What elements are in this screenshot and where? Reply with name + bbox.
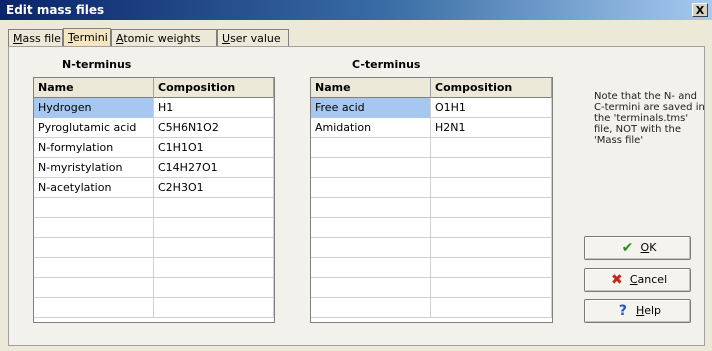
name-cell[interactable] — [311, 298, 431, 318]
column-header[interactable]: Composition — [431, 78, 552, 98]
table-row[interactable] — [34, 298, 274, 318]
name-cell[interactable] — [34, 238, 154, 258]
table-row[interactable] — [311, 178, 552, 198]
tab-atomic-weights[interactable]: Atomic weights — [111, 29, 217, 47]
composition-cell[interactable]: C14H27O1 — [154, 158, 274, 178]
table-row[interactable]: Hydrogen H1 — [34, 98, 274, 118]
name-cell[interactable] — [34, 298, 154, 318]
name-cell[interactable] — [311, 278, 431, 298]
checkmark-icon: ✔ — [621, 240, 634, 256]
name-cell[interactable]: Pyroglutamic acid — [34, 118, 154, 138]
name-cell[interactable] — [34, 198, 154, 218]
name-cell[interactable] — [34, 258, 154, 278]
composition-cell[interactable] — [154, 278, 274, 298]
table-row[interactable] — [311, 218, 552, 238]
column-header[interactable]: Name — [311, 78, 431, 98]
name-cell[interactable]: N-myristylation — [34, 158, 154, 178]
table-row[interactable] — [311, 198, 552, 218]
tab-user-value[interactable]: User value — [217, 29, 289, 47]
composition-cell[interactable] — [431, 178, 552, 198]
table-row[interactable]: Amidation H2N1 — [311, 118, 552, 138]
name-cell[interactable] — [311, 218, 431, 238]
table-row[interactable]: N-formylation C1H1O1 — [34, 138, 274, 158]
name-cell[interactable] — [34, 218, 154, 238]
composition-cell[interactable] — [154, 238, 274, 258]
table-row[interactable] — [34, 258, 274, 278]
c-terminus-table[interactable]: Name Composition Free acid O1H1 Amidation H2N… — [310, 77, 553, 323]
window-title: Edit mass files — [6, 3, 105, 17]
name-cell[interactable] — [311, 238, 431, 258]
c-terminus-header: Name Composition — [311, 78, 552, 98]
composition-cell[interactable] — [154, 218, 274, 238]
name-cell[interactable]: N-acetylation — [34, 178, 154, 198]
title-bar: Edit mass files X — [0, 0, 712, 20]
composition-cell[interactable] — [431, 138, 552, 158]
composition-cell[interactable] — [154, 298, 274, 318]
termini-note: Note that the N- and C-termini are saved… — [594, 91, 705, 146]
cancel-button[interactable]: ✖ Cancel — [584, 268, 691, 292]
name-cell[interactable] — [311, 178, 431, 198]
table-row[interactable] — [311, 298, 552, 318]
x-icon: ✖ — [610, 272, 623, 288]
name-cell[interactable] — [311, 258, 431, 278]
composition-cell[interactable] — [431, 258, 552, 278]
composition-cell[interactable]: O1H1 — [431, 98, 552, 118]
tab-termini[interactable]: Termini — [63, 28, 111, 48]
close-button[interactable]: X — [692, 3, 708, 17]
name-cell[interactable]: Hydrogen — [34, 98, 154, 118]
n-terminus-table[interactable]: Name Composition Hydrogen H1 Pyroglutamic ac… — [33, 77, 275, 323]
name-cell[interactable]: N-formylation — [34, 138, 154, 158]
composition-cell[interactable]: C5H6N1O2 — [154, 118, 274, 138]
table-row[interactable] — [311, 278, 552, 298]
table-row[interactable] — [311, 258, 552, 278]
composition-cell[interactable] — [431, 278, 552, 298]
question-icon: ? — [618, 303, 628, 319]
composition-cell[interactable]: H2N1 — [431, 118, 552, 138]
name-cell[interactable]: Amidation — [311, 118, 431, 138]
composition-cell[interactable]: H1 — [154, 98, 274, 118]
table-row[interactable] — [34, 238, 274, 258]
composition-cell[interactable] — [431, 218, 552, 238]
table-row[interactable]: Pyroglutamic acid C5H6N1O2 — [34, 118, 274, 138]
table-row[interactable] — [311, 158, 552, 178]
composition-cell[interactable] — [154, 258, 274, 278]
table-row[interactable] — [34, 278, 274, 298]
tab-mass-file[interactable]: Mass file — [8, 29, 63, 47]
table-row[interactable]: Free acid O1H1 — [311, 98, 552, 118]
name-cell[interactable]: Free acid — [311, 98, 431, 118]
table-row[interactable] — [311, 138, 552, 158]
help-button[interactable]: ? Help — [584, 299, 691, 323]
composition-cell[interactable] — [431, 158, 552, 178]
table-row[interactable]: N-myristylation C14H27O1 — [34, 158, 274, 178]
composition-cell[interactable]: C2H3O1 — [154, 178, 274, 198]
composition-cell[interactable] — [431, 198, 552, 218]
name-cell[interactable] — [311, 138, 431, 158]
table-row[interactable] — [34, 198, 274, 218]
n-terminus-header: Name Composition — [34, 78, 274, 98]
column-header[interactable]: Composition — [154, 78, 274, 98]
composition-cell[interactable] — [431, 238, 552, 258]
name-cell[interactable] — [311, 198, 431, 218]
table-row[interactable]: N-acetylation C2H3O1 — [34, 178, 274, 198]
composition-cell[interactable] — [154, 198, 274, 218]
column-header[interactable]: Name — [34, 78, 154, 98]
ok-button[interactable]: ✔ OK — [584, 236, 691, 260]
n-terminus-label: N-terminus — [62, 58, 132, 71]
composition-cell[interactable]: C1H1O1 — [154, 138, 274, 158]
name-cell[interactable] — [311, 158, 431, 178]
composition-cell[interactable] — [431, 298, 552, 318]
c-terminus-label: C-terminus — [352, 58, 421, 71]
name-cell[interactable] — [34, 278, 154, 298]
table-row[interactable] — [311, 238, 552, 258]
table-row[interactable] — [34, 218, 274, 238]
